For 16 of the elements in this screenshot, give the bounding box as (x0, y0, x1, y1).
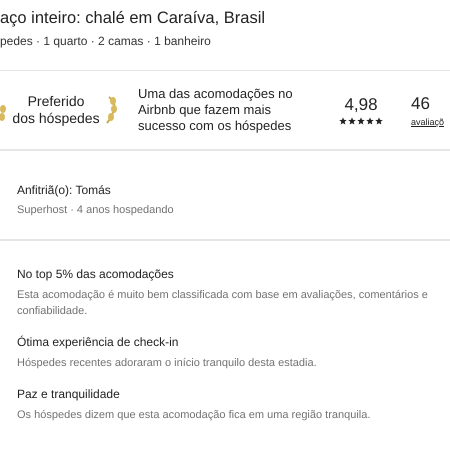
highlight-text: Os hóspedes dizem que esta acomodação fica em uma região tranquila. (17, 408, 372, 423)
review-count: 46 (411, 94, 430, 114)
highlight-title: No top 5% das acomodações (17, 267, 175, 281)
highlight-title: Ótima experiência de check-in (17, 335, 180, 349)
badge-description: Uma das acomodações no Airbnb que fazem mais sucesso com os hóspedes (138, 86, 294, 134)
guest-favorite-label: Preferido dos hóspedes (11, 93, 101, 127)
reviews-link[interactable]: avaliaçõ (411, 116, 444, 126)
laurel-icon (106, 95, 118, 125)
host-name: Anfitriã(o): Tomás (17, 183, 112, 197)
highlight-text: Hóspedes recentes adoraram o início tranquilo desta estadia. (17, 356, 318, 371)
highlight-text: Esta acomodação é muito bem classificada com base em avaliações, comentários e confiabilidade. (17, 288, 429, 319)
listing-details: pedes · 1 quarto · 2 camas · 1 banheiro (0, 34, 212, 48)
highlight-title: Paz e tranquilidade (17, 387, 121, 401)
host-info: Superhost · 4 anos hospedando (17, 203, 175, 218)
listing-title: aço inteiro: chalé em Caraíva, Brasil (0, 8, 266, 29)
rating-value: 4,98 (344, 95, 378, 115)
